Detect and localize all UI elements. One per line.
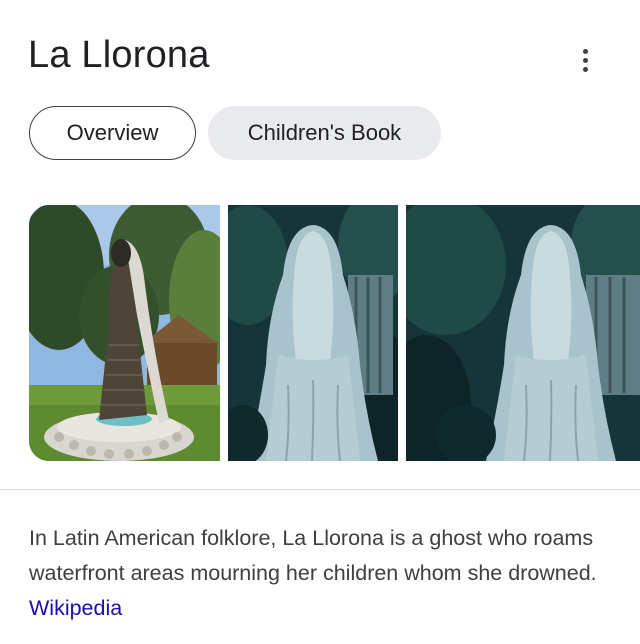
tab-overview[interactable]: Overview: [29, 106, 196, 160]
description-text: In Latin American folklore, La Llorona i…: [29, 526, 597, 585]
description: In Latin American folklore, La Llorona i…: [29, 521, 619, 626]
knowledge-panel-title: La Llorona: [28, 34, 210, 76]
image-statue[interactable]: [29, 205, 220, 461]
wikipedia-link[interactable]: Wikipedia: [29, 596, 122, 620]
image-ghost-2[interactable]: [406, 205, 640, 461]
image-ghost-1[interactable]: [228, 205, 398, 461]
section-divider: [0, 489, 640, 490]
tab-childrens-book[interactable]: Children's Book: [208, 106, 441, 160]
more-options-icon[interactable]: [576, 44, 596, 78]
